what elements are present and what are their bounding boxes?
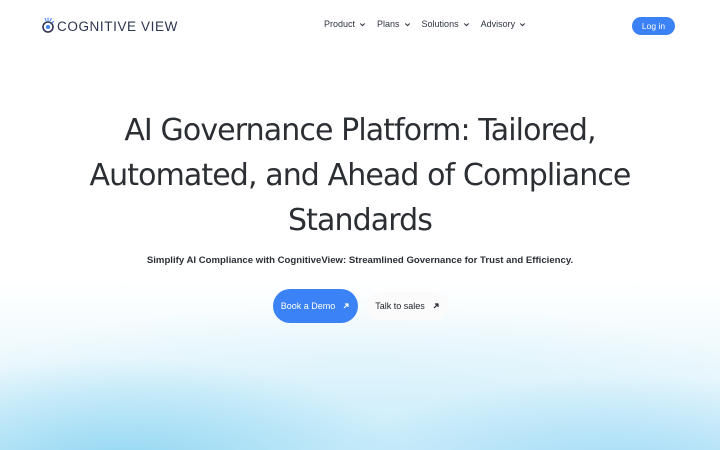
- book-demo-label: Book a Demo: [280, 301, 336, 311]
- nav-item-product[interactable]: Product: [324, 19, 366, 29]
- nav-item-label: Advisory: [480, 19, 516, 29]
- login-button[interactable]: Log in: [632, 17, 675, 35]
- arrow-up-right-icon: [433, 303, 439, 309]
- hero-title: AI Governance Platform: Tailored, Automa…: [89, 113, 632, 238]
- chevron-down-icon: [463, 22, 469, 26]
- hero-subtitle: Simplify AI Compliance with CognitiveVie…: [146, 255, 574, 266]
- brain-logo-icon: [42, 17, 55, 33]
- hero-section: AI Governance Platform: Tailored, Automa…: [0, 108, 720, 323]
- nav-item-label: Product: [324, 19, 356, 29]
- chevron-down-icon: [359, 22, 366, 26]
- nav-item-advisory[interactable]: Advisory: [481, 19, 527, 29]
- talk-to-sales-label: Talk to sales: [375, 301, 425, 311]
- nav-item-solutions[interactable]: Solutions: [422, 19, 470, 29]
- chevron-down-icon: [520, 22, 526, 26]
- arrow-up-right-icon: [343, 303, 349, 309]
- nav-item-plans[interactable]: Plans: [377, 19, 411, 29]
- logo[interactable]: COGNITIVE VIEW: [41, 16, 178, 36]
- logo-text: COGNITIVE VIEW: [57, 18, 178, 34]
- chevron-down-icon: [404, 22, 410, 26]
- cta-row: Book a Demo Talk to sales: [0, 289, 720, 323]
- nav-item-label: Plans: [377, 19, 400, 29]
- main-nav: Product Plans Solutions Advisory: [324, 19, 537, 29]
- site-header: COGNITIVE VIEW Product Plans Solutions A…: [0, 0, 720, 52]
- nav-item-label: Solutions: [421, 19, 459, 29]
- talk-to-sales-button[interactable]: Talk to sales: [366, 292, 449, 320]
- book-demo-button[interactable]: Book a Demo: [273, 289, 358, 323]
